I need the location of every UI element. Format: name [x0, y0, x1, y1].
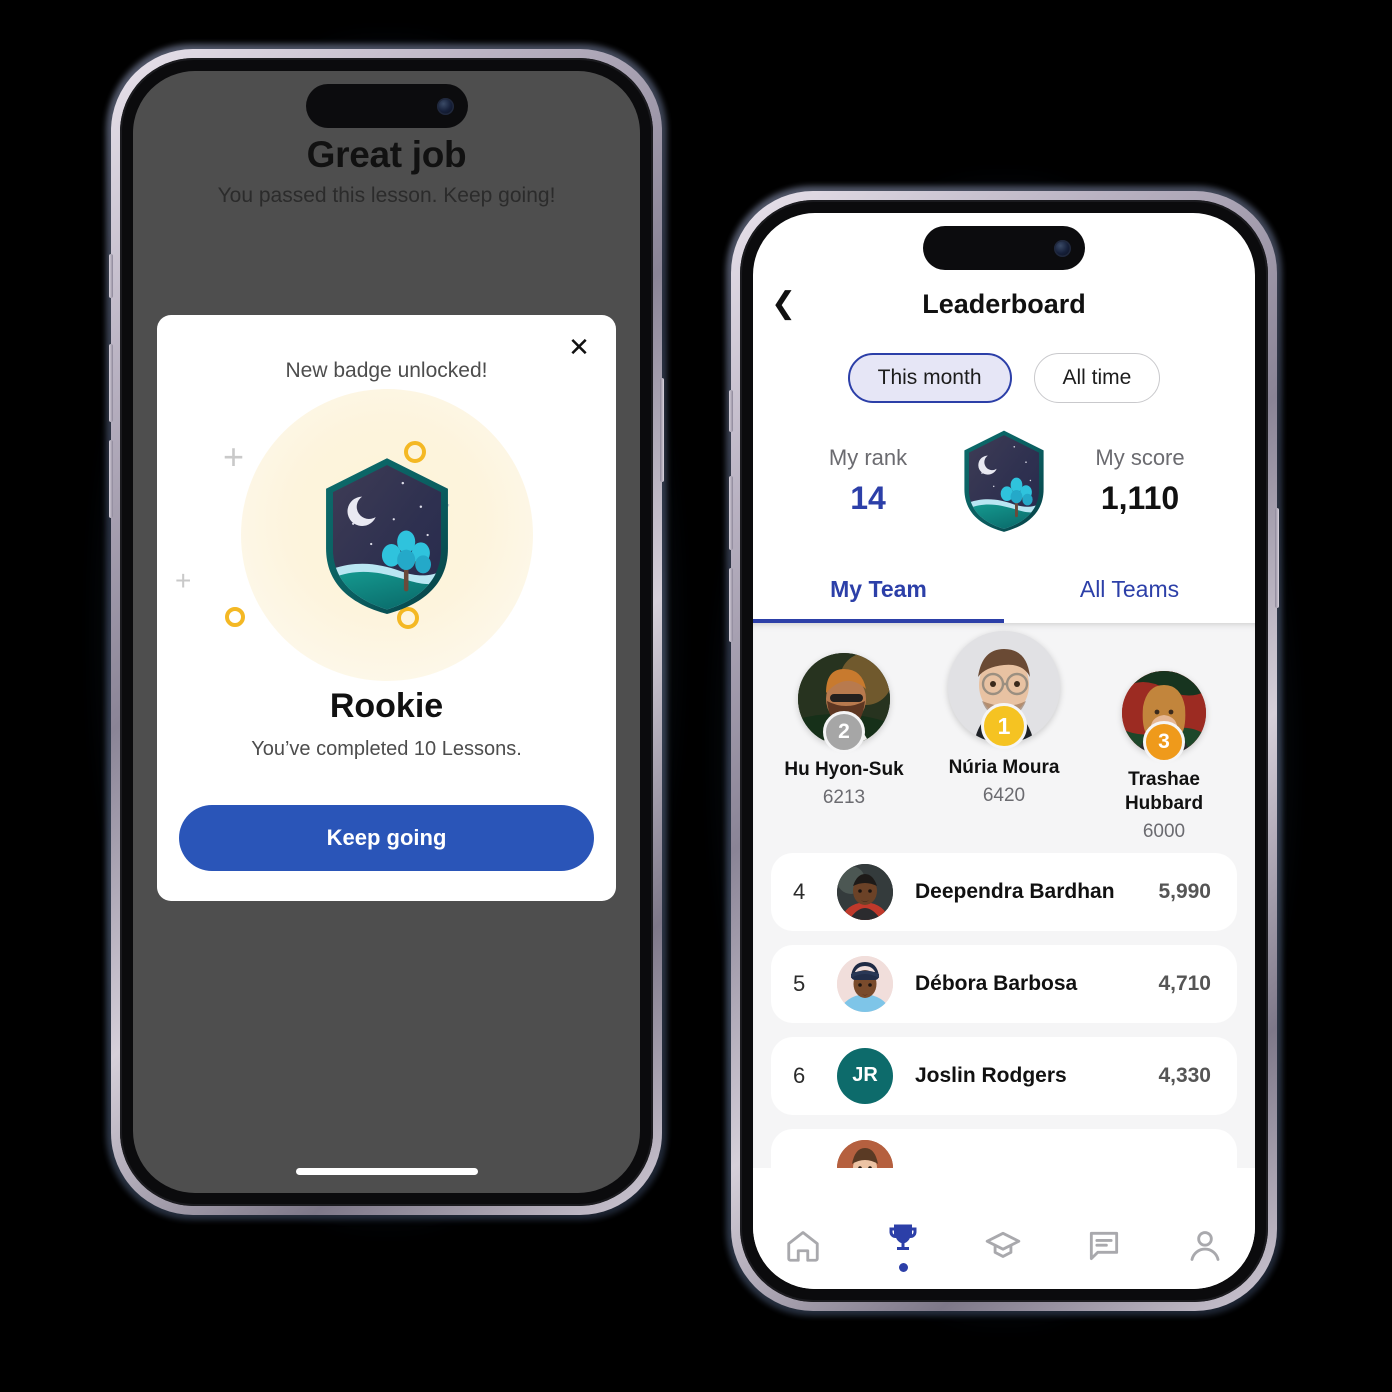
row-score: 4,710: [1158, 971, 1211, 995]
power-button[interactable]: [1275, 508, 1279, 608]
badge-illustration: + + +: [157, 385, 616, 685]
phone-left-screen: Great job You passed this lesson. Keep g…: [133, 71, 640, 1193]
row-score: 5,990: [1158, 879, 1211, 903]
podium-top-three: 2 Hu Hyon-Suk 6213 1 Núria Moura 6420 3 …: [753, 625, 1255, 849]
my-stats: My rank 14 My score 1,110: [753, 403, 1255, 546]
badge-unlocked-modal: ✕ New badge unlocked! + + +: [157, 315, 616, 901]
phone-right-screen: ❮ Leaderboard This month All time My ran…: [753, 213, 1255, 1289]
row-name: Débora Barbosa: [915, 971, 1078, 995]
podium-score: 6000: [1142, 820, 1186, 842]
person-icon: [1190, 1231, 1219, 1261]
night-shield-badge-icon: [964, 430, 1044, 532]
front-camera-icon: [1054, 239, 1071, 257]
row-name: Deependra Bardhan: [915, 879, 1115, 903]
podium-name: Hu Hyon-Suk: [784, 759, 904, 780]
power-button[interactable]: [660, 378, 664, 482]
bottom-navigation: [753, 1203, 1255, 1289]
podium-name: Núria Moura: [948, 757, 1060, 778]
volume-down-button[interactable]: [109, 440, 113, 518]
nav-learn[interactable]: [984, 1227, 1022, 1265]
dynamic-island: [923, 226, 1085, 270]
chat-icon: [1089, 1231, 1118, 1261]
close-icon[interactable]: ✕: [564, 333, 594, 363]
podium-place-2[interactable]: 2 Hu Hyon-Suk 6213: [771, 653, 917, 809]
podium-place-3[interactable]: 3 Trashae Hubbard 6000: [1091, 671, 1237, 843]
volume-up-button[interactable]: [109, 344, 113, 422]
table-row[interactable]: 4 Deependra Bardhan 5,990: [771, 852, 1237, 931]
page-title: Great job: [306, 134, 467, 175]
podium-score: 6213: [822, 786, 866, 808]
my-score-value: 1,110: [1100, 479, 1180, 516]
tab-my-team[interactable]: My Team: [753, 562, 1004, 623]
row-rank: 4: [793, 878, 806, 904]
home-icon: [787, 1231, 820, 1262]
avatar-initials: JR: [837, 1047, 893, 1104]
nav-profile[interactable]: [1186, 1227, 1224, 1265]
chevron-left-icon[interactable]: ❮: [771, 289, 796, 319]
sparkle-plus-icon: +: [223, 436, 245, 477]
row-score: 4,330: [1158, 1063, 1211, 1087]
app-header: ❮ Leaderboard: [753, 275, 1255, 333]
my-rank-stat: My rank 14: [793, 445, 943, 517]
home-indicator[interactable]: [295, 1168, 478, 1175]
my-rank-label: My rank: [828, 444, 908, 470]
keep-going-button[interactable]: Keep going: [179, 805, 594, 871]
page-subtitle: You passed this lesson. Keep going!: [217, 184, 556, 207]
filter-this-month[interactable]: This month: [847, 353, 1012, 403]
table-row[interactable]: 6 JR Joslin Rodgers 4,330: [771, 1036, 1237, 1115]
my-rank-value: 14: [850, 479, 886, 516]
badge-name: Rookie: [329, 687, 444, 725]
podium-name: Trashae Hubbard: [1124, 769, 1204, 814]
silent-switch[interactable]: [729, 390, 733, 432]
medal-badge: 3: [1143, 721, 1185, 763]
avatar: [837, 863, 893, 920]
table-row[interactable]: 5 Débora Barbosa 4,710: [771, 944, 1237, 1023]
badge-description: You’ve completed 10 Lessons.: [251, 738, 522, 760]
phone-right: ❮ Leaderboard This month All time My ran…: [706, 166, 1302, 1336]
volume-up-button[interactable]: [729, 476, 733, 550]
medal-badge: 2: [823, 711, 865, 753]
team-tabs: My Team All Teams: [753, 562, 1255, 623]
screenshot-stage: Great job You passed this lesson. Keep g…: [0, 0, 1392, 1392]
sparkle-ring-icon: [225, 607, 245, 627]
nav-messages[interactable]: [1085, 1227, 1123, 1265]
sparkle-plus-icon: +: [175, 565, 192, 596]
filter-all-time[interactable]: All time: [1033, 353, 1161, 403]
podium-place-1[interactable]: 1 Núria Moura 6420: [931, 631, 1077, 807]
night-shield-badge-icon: [325, 458, 448, 614]
leaderboard-rows: 4 Deependra Bardhan 5,990 5 Débora Barbo…: [753, 849, 1255, 1168]
front-camera-icon: [436, 97, 454, 115]
row-rank: 6: [793, 1062, 806, 1088]
modal-kicker: New badge unlocked!: [285, 359, 488, 382]
volume-down-button[interactable]: [729, 568, 733, 642]
medal-badge: 1: [981, 703, 1027, 749]
my-score-stat: My score 1,110: [1065, 445, 1215, 517]
nav-active-dot: [898, 1263, 908, 1272]
graduation-cap-icon: [985, 1231, 1021, 1258]
dynamic-island: [305, 84, 468, 128]
my-score-label: My score: [1095, 444, 1185, 470]
period-filter: This month All time: [753, 353, 1255, 403]
tab-all-teams[interactable]: All Teams: [1004, 562, 1255, 623]
avatar: [837, 955, 893, 1012]
trophy-icon: [889, 1224, 917, 1250]
podium-score: 6420: [982, 784, 1026, 806]
nav-home[interactable]: [784, 1227, 822, 1265]
nav-leaderboard[interactable]: [885, 1220, 921, 1272]
silent-switch[interactable]: [109, 254, 113, 298]
page-title: Leaderboard: [922, 288, 1086, 319]
leaderboard-list[interactable]: 2 Hu Hyon-Suk 6213 1 Núria Moura 6420 3 …: [753, 623, 1255, 1168]
row-name: Joslin Rodgers: [915, 1063, 1067, 1087]
avatar: [837, 1139, 893, 1168]
phone-left: Great job You passed this lesson. Keep g…: [86, 24, 687, 1240]
table-row-partial[interactable]: [771, 1128, 1237, 1168]
row-rank: 5: [793, 970, 806, 996]
